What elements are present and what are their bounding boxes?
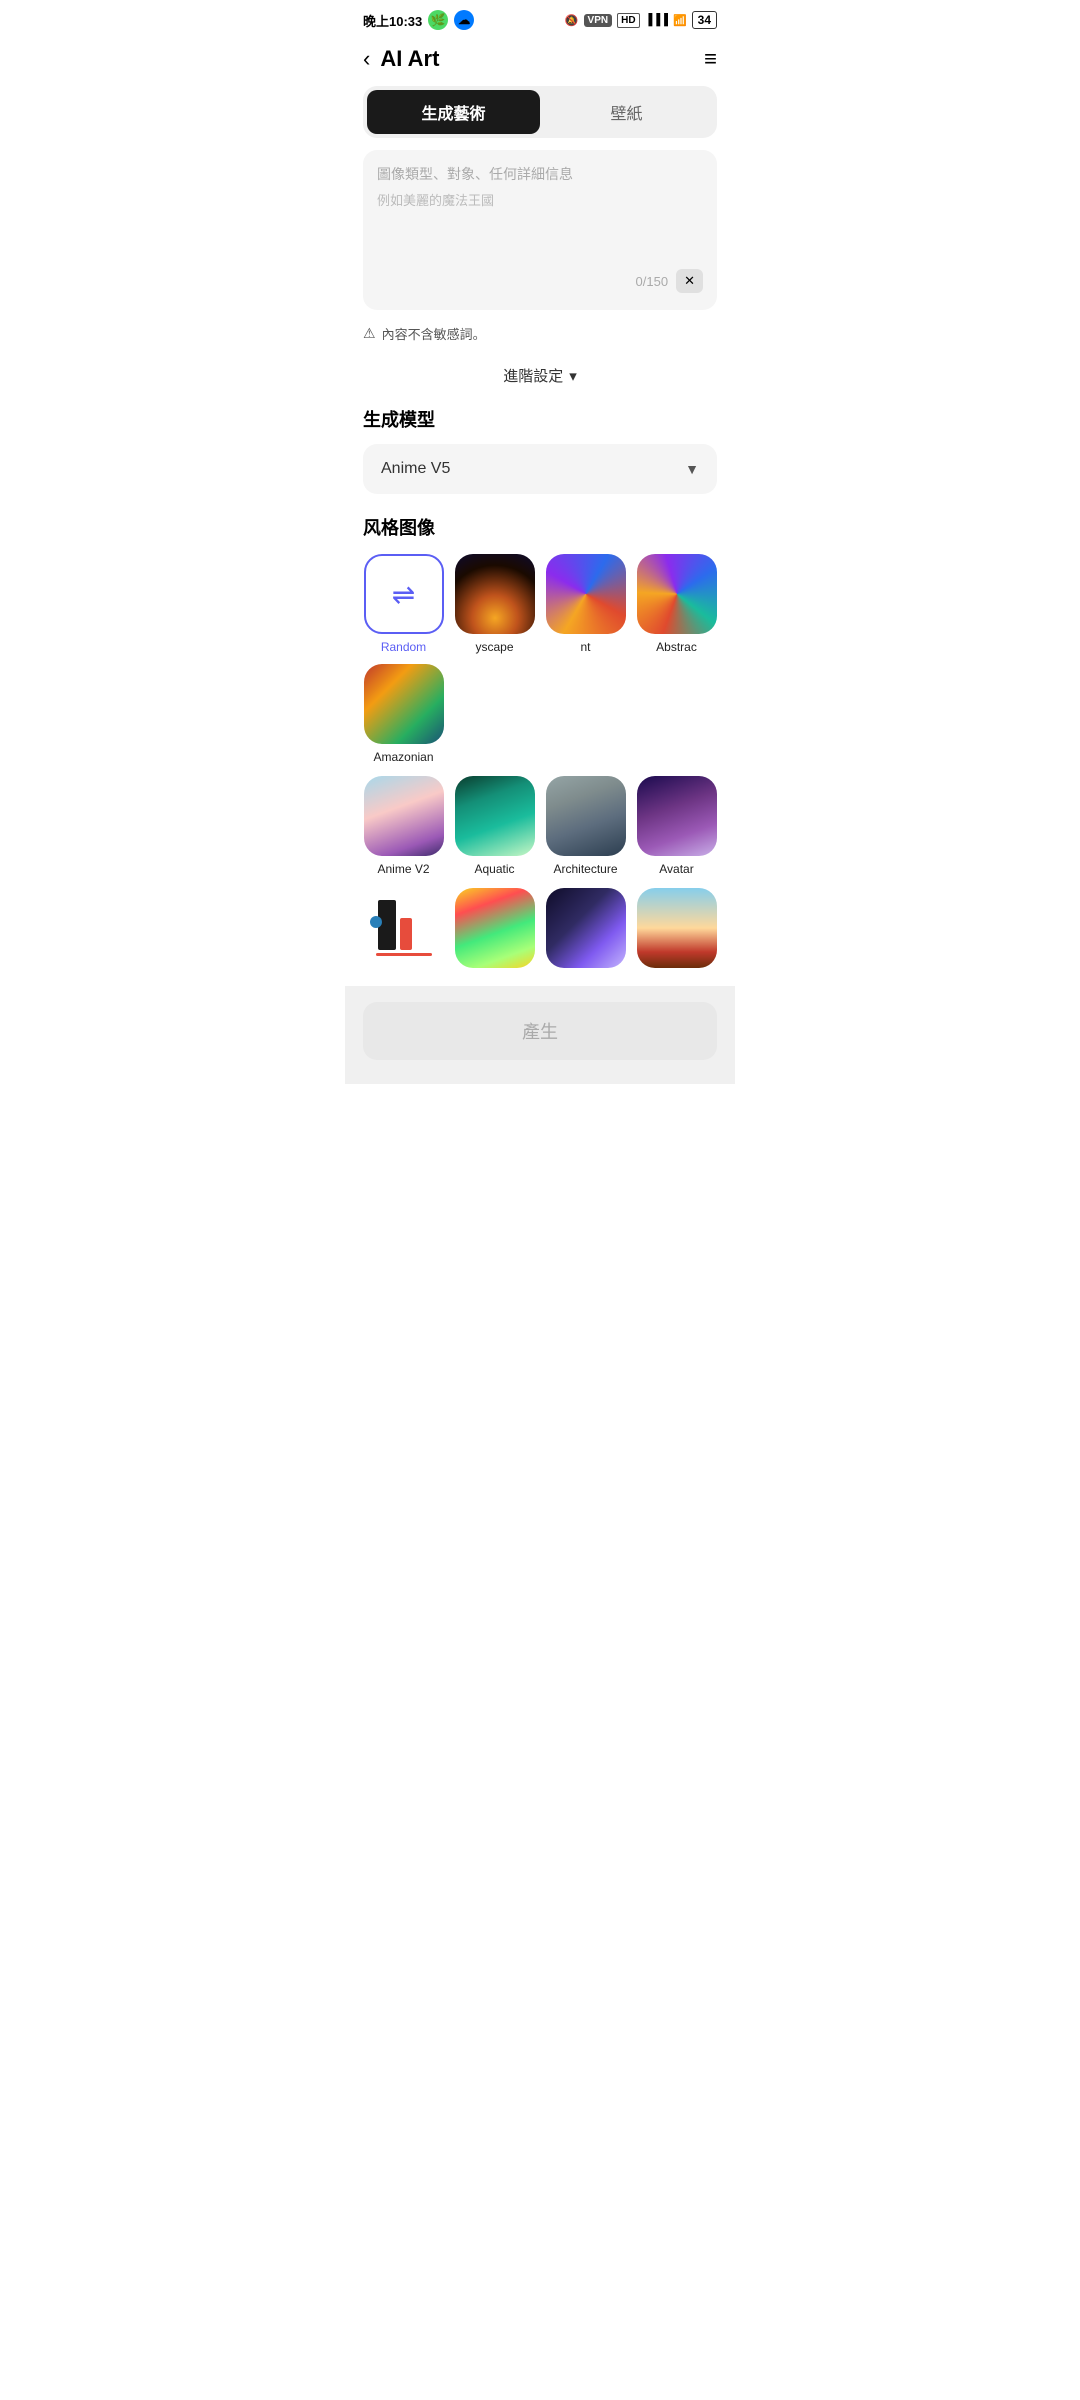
clear-button[interactable]: ✕	[676, 269, 703, 293]
style-item-abstract2[interactable]	[363, 888, 444, 974]
style-thumb-landscape	[637, 888, 717, 968]
style-thumb-aquatic	[455, 776, 535, 856]
warning-icon: ⚠	[363, 325, 376, 342]
style-thumb-anime	[364, 776, 444, 856]
clear-icon: ✕	[684, 273, 695, 289]
style-item-aquatic[interactable]: Aquatic	[454, 776, 535, 876]
status-icon-1: 🌿	[428, 10, 448, 30]
tab-generate[interactable]: 生成藝術	[367, 90, 540, 134]
style-label-avatar: Avatar	[659, 862, 693, 876]
style-label-anime: Anime V2	[377, 862, 429, 876]
prompt-input-area: 圖像類型、對象、任何詳細信息 例如美麗的魔法王國 0/150 ✕	[363, 150, 717, 310]
style-label-architecture: Architecture	[553, 862, 617, 876]
signal-icon: ▐▐▐	[645, 14, 668, 26]
mute-icon: 🔕	[565, 14, 579, 27]
style-label-amazonian: Amazonian	[373, 750, 433, 764]
style-item-abstract1[interactable]: nt	[545, 554, 626, 654]
battery-icon: 34	[692, 11, 717, 29]
generate-button[interactable]: 產生	[363, 1002, 717, 1060]
style-item-random[interactable]: ⇌ Random	[363, 554, 444, 654]
status-icon-2: ☁	[454, 10, 474, 30]
dropdown-arrow-icon: ▼	[685, 461, 699, 477]
style-item-anime[interactable]: Anime V2	[363, 776, 444, 876]
style-item-amazonian[interactable]: Amazonian	[363, 664, 444, 764]
header: ‹ AI Art ≡	[345, 36, 735, 86]
advanced-settings-arrow: ▾	[569, 367, 577, 385]
hd-badge: HD	[617, 13, 639, 28]
style-item-landscape[interactable]	[636, 888, 717, 974]
style-label-cityscape: yscape	[475, 640, 513, 654]
advanced-settings-toggle[interactable]: 進階設定 ▾	[345, 355, 735, 406]
input-example: 例如美麗的魔法王國	[377, 190, 703, 209]
tab-bar: 生成藝術 壁紙	[363, 86, 717, 138]
vpn-badge: VPN	[584, 14, 613, 27]
style-thumb-random: ⇌	[364, 554, 444, 634]
style-grid-row2: Anime V2 Aquatic Architecture Avatar	[345, 776, 735, 876]
tab-wallpaper[interactable]: 壁紙	[540, 90, 713, 134]
style-item-abstract[interactable]: Abstrac	[636, 554, 717, 654]
style-grid-row1: ⇌ Random yscape nt Abstrac Amazonian	[345, 554, 735, 764]
style-item-architecture[interactable]: Architecture	[545, 776, 626, 876]
status-time: 晚上10:33	[363, 11, 422, 30]
style-grid-row3	[345, 888, 735, 974]
style-section-title: 风格图像	[345, 514, 735, 554]
style-thumb-candy	[455, 888, 535, 968]
back-button[interactable]: ‹	[363, 46, 370, 72]
model-dropdown[interactable]: Anime V5 ▼	[363, 444, 717, 494]
style-item-candy[interactable]	[454, 888, 535, 974]
style-thumb-cityscape	[455, 554, 535, 634]
style-item-avatar[interactable]: Avatar	[636, 776, 717, 876]
style-label-abstract: Abstrac	[656, 640, 697, 654]
style-thumb-architecture	[546, 776, 626, 856]
random-icon: ⇌	[392, 578, 415, 611]
menu-button[interactable]: ≡	[704, 46, 717, 72]
char-count: 0/150	[636, 274, 669, 289]
style-thumb-abstract2	[364, 888, 444, 968]
style-item-cityscape[interactable]: yscape	[454, 554, 535, 654]
style-thumb-avatar	[637, 776, 717, 856]
warning-bar: ⚠ 內容不含敏感詞。	[345, 318, 735, 355]
wifi-icon: 📶	[673, 14, 687, 27]
input-hint: 圖像類型、對象、任何詳細信息	[377, 164, 703, 184]
status-bar: 晚上10:33 🌿 ☁ 🔕 VPN HD ▐▐▐ 📶 34	[345, 0, 735, 36]
model-section-title: 生成模型	[345, 406, 735, 444]
style-thumb-amazonian	[364, 664, 444, 744]
style-label-abstract1: nt	[580, 640, 590, 654]
page-title: AI Art	[380, 46, 439, 72]
advanced-settings-label: 進階設定	[503, 365, 563, 386]
style-thumb-abstract1	[546, 554, 626, 634]
style-thumb-cosmic	[546, 888, 626, 968]
status-right-icons: 🔕 VPN HD ▐▐▐ 📶 34	[565, 11, 717, 29]
style-thumb-abstract	[637, 554, 717, 634]
style-label-random: Random	[381, 640, 426, 654]
style-label-aquatic: Aquatic	[474, 862, 514, 876]
model-selected: Anime V5	[381, 460, 450, 478]
warning-text: 內容不含敏感詞。	[382, 324, 486, 343]
generate-button-container: 產生	[345, 986, 735, 1084]
style-item-cosmic[interactable]	[545, 888, 626, 974]
